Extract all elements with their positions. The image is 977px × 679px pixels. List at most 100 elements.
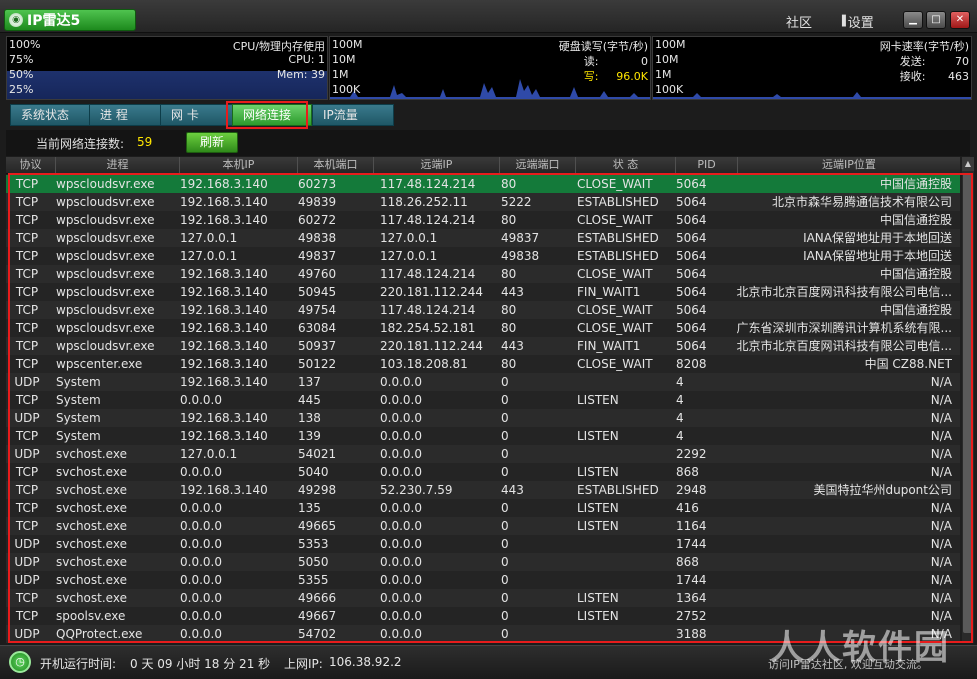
table-row[interactable]: TCP wpscloudsvr.exe 192.168.3.140 60272 117.…	[6, 211, 960, 229]
col-local-port[interactable]: 本机端口	[298, 157, 374, 173]
cell-process: System	[56, 429, 101, 443]
col-remote-ip[interactable]: 远端IP	[374, 157, 500, 173]
cell-local-ip: 192.168.3.140	[180, 177, 268, 191]
cell-state: LISTEN	[577, 519, 619, 533]
col-remote-location[interactable]: 远端IP位置	[738, 157, 960, 173]
cell-process: svchost.exe	[56, 555, 127, 569]
cell-process: System	[56, 411, 101, 425]
cell-remote-location: IANA保留地址用于本地回送	[803, 231, 952, 245]
table-row[interactable]: TCP svchost.exe 0.0.0.0 5040 0.0.0.0 0 LISTEN 8…	[6, 463, 960, 481]
cell-process: wpscloudsvr.exe	[56, 339, 155, 353]
table-row[interactable]: TCP svchost.exe 0.0.0.0 49666 0.0.0.0 0 LISTEN…	[6, 589, 960, 607]
cell-pid: 1364	[676, 591, 707, 605]
table-row[interactable]: UDP svchost.exe 0.0.0.0 5355 0.0.0.0 0 1744 N/A	[6, 571, 960, 589]
close-button[interactable]: ✕	[950, 11, 970, 29]
cell-remote-ip: 0.0.0.0	[380, 609, 422, 623]
cell-remote-location: N/A	[930, 519, 952, 533]
table-row[interactable]: TCP wpscloudsvr.exe 192.168.3.140 49839 118.…	[6, 193, 960, 211]
cell-pid: 1164	[676, 519, 707, 533]
col-pid[interactable]: PID	[676, 157, 738, 173]
table-row[interactable]: TCP svchost.exe 0.0.0.0 49665 0.0.0.0 0 LISTEN…	[6, 517, 960, 535]
cell-local-ip: 0.0.0.0	[180, 573, 222, 587]
table-row[interactable]: UDP svchost.exe 0.0.0.0 5353 0.0.0.0 0 1744 N/A	[6, 535, 960, 553]
cell-remote-ip: 0.0.0.0	[380, 537, 422, 551]
cell-local-ip: 127.0.0.1	[180, 447, 238, 461]
watermark: 人人软件园	[770, 628, 950, 668]
cell-remote-port: 0	[501, 429, 509, 443]
cell-protocol: UDP	[14, 537, 40, 551]
cell-remote-port: 0	[501, 609, 509, 623]
cell-state: FIN_WAIT1	[577, 339, 641, 353]
table-row[interactable]: TCP wpscloudsvr.exe 127.0.0.1 49838 127.0.0.…	[6, 229, 960, 247]
col-protocol[interactable]: 协议	[6, 157, 56, 173]
connection-count: 59	[137, 135, 153, 149]
table-row[interactable]: TCP wpscenter.exe 192.168.3.140 50122 103.18…	[6, 355, 960, 373]
tab-nic[interactable]: 网 卡	[160, 104, 234, 126]
table-row[interactable]: TCP svchost.exe 0.0.0.0 135 0.0.0.0 0 LISTEN 41…	[6, 499, 960, 517]
table-row[interactable]: TCP System 192.168.3.140 139 0.0.0.0 0 LISTEN 4…	[6, 427, 960, 445]
net-recv-value: 463	[948, 70, 969, 83]
table-row[interactable]: UDP svchost.exe 0.0.0.0 5050 0.0.0.0 0 868 N/A	[6, 553, 960, 571]
tab-system-status[interactable]: 系统状态	[10, 104, 98, 126]
cell-local-ip: 192.168.3.140	[180, 285, 268, 299]
cell-local-ip: 0.0.0.0	[180, 501, 222, 515]
vertical-scrollbar[interactable]: ▲	[962, 157, 974, 643]
table-row[interactable]: TCP System 0.0.0.0 445 0.0.0.0 0 LISTEN 4 N/A	[6, 391, 960, 409]
settings-link[interactable]: ▐ 设置	[838, 12, 874, 31]
cell-remote-location: 广东省深圳市深圳腾讯计算机系统有限...	[736, 321, 952, 335]
cell-local-ip: 0.0.0.0	[180, 609, 222, 623]
col-local-ip[interactable]: 本机IP	[180, 157, 298, 173]
cpu-scale-50: 50%	[9, 68, 34, 81]
minimize-button[interactable]: ▁	[903, 11, 923, 29]
cell-remote-location: 中国信通控股	[879, 267, 952, 281]
tab-ip-traffic[interactable]: IP流量	[312, 104, 394, 126]
cell-remote-location: N/A	[930, 573, 952, 587]
table-row[interactable]: UDP System 192.168.3.140 138 0.0.0.0 0 4 N/A	[6, 409, 960, 427]
scroll-up-icon[interactable]: ▲	[962, 157, 974, 171]
maximize-button[interactable]: □	[926, 11, 946, 29]
cell-remote-port: 80	[501, 177, 517, 191]
cell-state: ESTABLISHED	[577, 231, 659, 245]
cell-state: LISTEN	[577, 609, 619, 623]
cell-remote-location: N/A	[930, 501, 952, 515]
table-row[interactable]: TCP wpscloudsvr.exe 192.168.3.140 49760 117.…	[6, 265, 960, 283]
disk-scale-100k: 100K	[332, 83, 361, 96]
cell-remote-port: 0	[501, 465, 509, 479]
cell-state	[577, 409, 677, 427]
cell-process: spoolsv.exe	[56, 609, 126, 623]
cell-remote-location: N/A	[930, 537, 952, 551]
refresh-button[interactable]: 刷新	[186, 132, 238, 153]
community-link[interactable]: 社区	[786, 12, 812, 31]
cell-local-port: 5050	[298, 555, 329, 569]
table-row[interactable]: TCP wpscloudsvr.exe 192.168.3.140 63084 182.…	[6, 319, 960, 337]
table-row[interactable]: UDP svchost.exe 127.0.0.1 54021 0.0.0.0 0 2292…	[6, 445, 960, 463]
cell-process: svchost.exe	[56, 519, 127, 533]
cell-remote-ip: 117.48.124.214	[380, 267, 476, 281]
cell-state: ESTABLISHED	[577, 249, 659, 263]
tab-process[interactable]: 进 程	[89, 104, 161, 126]
table-row[interactable]: TCP wpscloudsvr.exe 192.168.3.140 50937 220.…	[6, 337, 960, 355]
cell-state: FIN_WAIT1	[577, 285, 641, 299]
col-remote-port[interactable]: 远端端口	[500, 157, 576, 173]
cpu-panel-title: CPU/物理内存使用	[232, 40, 325, 53]
cell-state	[577, 625, 677, 643]
scroll-thumb[interactable]	[963, 173, 973, 633]
cell-protocol: TCP	[15, 339, 39, 353]
disk-scale-10m: 10M	[332, 53, 356, 66]
cell-local-port: 50122	[298, 357, 337, 371]
cell-process: wpscloudsvr.exe	[56, 231, 155, 245]
table-row[interactable]: TCP svchost.exe 192.168.3.140 49298 52.230.7…	[6, 481, 960, 499]
cell-local-ip: 192.168.3.140	[180, 195, 268, 209]
cell-remote-location: 美国特拉华州dupont公司	[813, 483, 953, 497]
col-state[interactable]: 状 态	[576, 157, 676, 173]
cell-local-port: 138	[298, 411, 321, 425]
table-row[interactable]: TCP wpscloudsvr.exe 192.168.3.140 49754 117.…	[6, 301, 960, 319]
table-row[interactable]: TCP wpscloudsvr.exe 192.168.3.140 60273 117.…	[6, 175, 960, 193]
cell-state: CLOSE_WAIT	[577, 303, 653, 317]
cell-remote-ip: 0.0.0.0	[380, 591, 422, 605]
table-row[interactable]: UDP System 192.168.3.140 137 0.0.0.0 0 4 N/A	[6, 373, 960, 391]
close-icon: ✕	[955, 14, 965, 25]
table-row[interactable]: TCP wpscloudsvr.exe 192.168.3.140 50945 220.…	[6, 283, 960, 301]
table-row[interactable]: TCP wpscloudsvr.exe 127.0.0.1 49837 127.0.0.…	[6, 247, 960, 265]
col-process[interactable]: 进程	[56, 157, 180, 173]
